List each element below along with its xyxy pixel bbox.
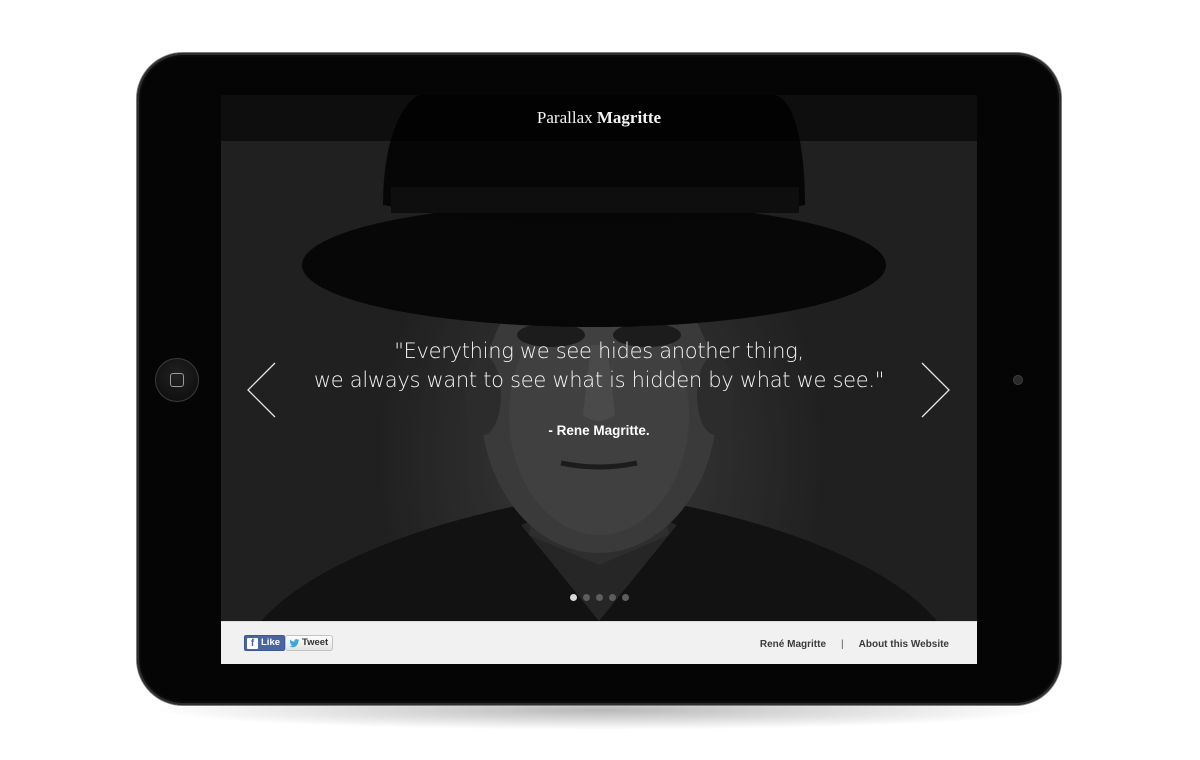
footer-link-rene-magritte[interactable]: René Magritte [760, 639, 826, 650]
quote-text: "Everything we see hides another thing, … [281, 337, 917, 395]
screen: Parallax Magritte "Everything we see hid… [221, 95, 977, 664]
quote-line: we always want to see what is hidden by … [313, 368, 885, 392]
chevron-right-icon [921, 362, 950, 418]
footer-nav: René Magritte | About this Website [760, 636, 949, 652]
footer-link-about[interactable]: About this Website [859, 639, 949, 650]
carousel-dot[interactable] [582, 594, 590, 601]
footer-separator: | [841, 638, 844, 650]
facebook-icon: f [247, 637, 258, 649]
quote-line: "Everything we see hides another thing, [394, 339, 804, 363]
previous-slide-button[interactable] [245, 361, 279, 419]
tweet-button[interactable]: Tweet [285, 635, 334, 651]
like-label: Like [261, 637, 281, 648]
carousel-dots [221, 594, 977, 602]
site-title-light: Parallax [536, 108, 593, 127]
carousel-dot[interactable] [595, 594, 603, 601]
next-slide-button[interactable] [918, 361, 952, 419]
carousel-dot[interactable] [608, 594, 616, 601]
home-button[interactable] [155, 358, 199, 402]
site-title-bold: Magritte [596, 108, 662, 127]
footer-bar: f Like Tweet René Magritte | About this … [221, 621, 977, 664]
twitter-bird-icon [289, 638, 300, 647]
hero-slide: Parallax Magritte "Everything we see hid… [221, 95, 977, 621]
carousel-dot[interactable] [621, 594, 629, 601]
carousel-dot[interactable] [569, 594, 577, 601]
chevron-left-icon [247, 362, 276, 418]
tweet-label: Tweet [302, 637, 329, 648]
facebook-like-button[interactable]: f Like [244, 635, 286, 651]
quote-author: - Rene Magritte. [548, 423, 650, 438]
camera-icon [1013, 375, 1023, 385]
home-square-icon [170, 373, 184, 387]
site-title[interactable]: Parallax Magritte [221, 95, 977, 141]
